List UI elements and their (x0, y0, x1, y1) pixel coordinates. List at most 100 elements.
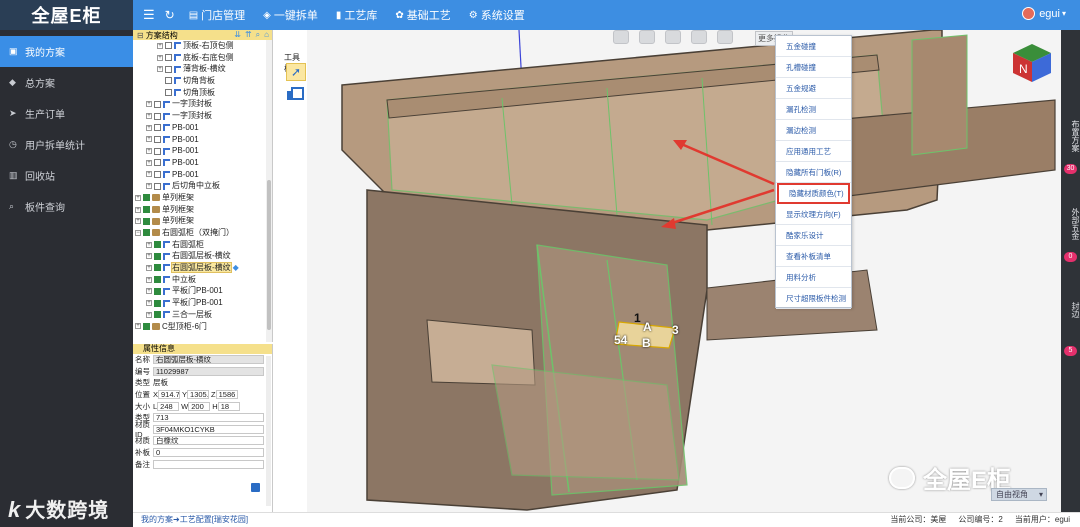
pos-z-field[interactable]: 1586 (215, 390, 238, 400)
edge-field[interactable]: 0 (153, 448, 264, 458)
nav-item-2[interactable]: ➤ 生产订单 (0, 98, 133, 129)
expand-icon[interactable]: + (146, 113, 152, 120)
context-menu-item-4[interactable]: 漏边检测 (776, 120, 851, 141)
tree-node[interactable]: + PB-001 (133, 145, 272, 157)
tree-node[interactable]: + C型顶柜-6门 (133, 321, 272, 333)
expand-icon[interactable]: + (157, 66, 163, 73)
tree-checkbox[interactable] (165, 77, 172, 85)
tree-node[interactable]: + 底板-右底包侧 (133, 52, 272, 64)
expand-icon[interactable]: + (146, 124, 152, 131)
expand-icon[interactable]: + (135, 218, 141, 225)
tree-checkbox[interactable] (165, 42, 172, 50)
expand-icon[interactable]: + (146, 300, 152, 307)
expand-icon[interactable]: + (146, 148, 152, 155)
expand-icon[interactable]: + (146, 101, 152, 108)
type2-field[interactable]: 713 (153, 413, 264, 423)
breadcrumb[interactable]: 我的方案➜工艺配置[瑞安花园] (141, 513, 248, 527)
tree-node[interactable]: + PB-001 (133, 122, 272, 134)
tree-checkbox[interactable] (154, 252, 161, 260)
expand-icon[interactable]: + (146, 264, 152, 271)
pos-y-field[interactable]: 1305.2 (187, 390, 210, 400)
note-field[interactable] (153, 459, 264, 469)
tree-checkbox[interactable] (143, 322, 150, 330)
expand-icon[interactable]: + (146, 241, 152, 248)
expand-icon[interactable]: + (146, 136, 152, 143)
size-h-field[interactable]: 18 (217, 401, 240, 411)
expand-icon[interactable]: + (146, 311, 152, 318)
tree-checkbox[interactable] (143, 194, 150, 202)
minus-icon[interactable]: ⊟ (137, 31, 144, 40)
home-icon[interactable]: ⌂ (264, 30, 269, 40)
expand-icon[interactable]: + (135, 206, 141, 213)
nav-item-4[interactable]: ▥ 回收站 (0, 160, 133, 191)
expand-icon[interactable]: + (157, 42, 163, 49)
tree-node[interactable]: + 中立板 (133, 274, 272, 286)
tree-checkbox[interactable] (154, 287, 161, 295)
refresh-icon[interactable]: ↻ (165, 8, 175, 22)
nav-item-0[interactable]: ▣ 我的方案 (0, 36, 133, 67)
tree-scrollbar[interactable] (266, 40, 272, 342)
tree-node[interactable]: 切角背板 (133, 75, 272, 87)
context-menu-item-11[interactable]: 用料分析 (776, 267, 851, 288)
expand-icon[interactable]: + (146, 183, 152, 190)
tree-checkbox[interactable] (154, 147, 161, 155)
context-menu-item-12[interactable]: 尺寸超限板件检测 (776, 288, 851, 309)
expand-icon[interactable]: + (135, 323, 141, 330)
nav-item-1[interactable]: ◆ 总方案 (0, 67, 133, 98)
tree-checkbox[interactable] (154, 182, 161, 190)
tree-checkbox[interactable] (154, 311, 161, 319)
tree-checkbox[interactable] (143, 206, 150, 214)
view-tool-icon[interactable] (717, 30, 733, 44)
expand-icon[interactable]: + (146, 171, 152, 178)
context-menu-item-6[interactable]: 隐藏所有门板(R) (776, 162, 851, 183)
tree-checkbox[interactable] (154, 276, 161, 284)
top-menu-item-4[interactable]: ⚙ 系统设置 (469, 7, 525, 23)
expand-icon[interactable]: + (157, 54, 163, 61)
tree-node[interactable]: + 平板门PB-001 (133, 285, 272, 297)
material-id-field[interactable]: 3F04MKO1CYKB (153, 424, 264, 434)
context-menu-item-10[interactable]: 查看补板清单 (776, 246, 851, 267)
collapse-all-icon[interactable]: ⇈ (245, 30, 252, 40)
top-menu-item-2[interactable]: ▮ 工艺库 (336, 7, 378, 23)
tree-node[interactable]: − 右圆弧柜（双掩门） (133, 227, 272, 239)
select-arrow-icon[interactable]: ➚ (286, 63, 306, 81)
tree-node[interactable]: + 一字顶封板 (133, 110, 272, 122)
material-field[interactable]: 白橡纹 (153, 436, 264, 446)
tree-checkbox[interactable] (154, 124, 161, 132)
copy-icon[interactable] (287, 87, 304, 101)
context-menu-item-5[interactable]: 应用通用工艺 (776, 141, 851, 162)
expand-icon[interactable]: − (135, 229, 141, 236)
context-menu-item-1[interactable]: 孔槽碰撞 (776, 57, 851, 78)
tree-checkbox[interactable] (154, 159, 161, 167)
view-tool-icon[interactable] (691, 30, 707, 44)
tree-node[interactable]: + PB-001 (133, 134, 272, 146)
cabinet-model[interactable] (307, 30, 1061, 512)
tree-checkbox[interactable] (154, 264, 161, 272)
right-strip-item-1[interactable]: 外部五金 (1061, 208, 1080, 240)
view-tool-icon[interactable] (639, 30, 655, 44)
search-icon[interactable]: ⌕ (256, 30, 260, 40)
view-tool-icon[interactable] (665, 30, 681, 44)
tree-node[interactable]: + 后切角中立板 (133, 180, 272, 192)
tree-node[interactable]: + 薄背板-横纹 (133, 63, 272, 75)
tree-checkbox[interactable] (143, 217, 150, 225)
expand-icon[interactable]: + (146, 159, 152, 166)
tree-node[interactable]: + 右圆弧柜 (133, 239, 272, 251)
tree-checkbox[interactable] (165, 89, 172, 97)
top-menu-item-1[interactable]: ◈ 一键拆单 (263, 7, 318, 23)
props-scrollbar[interactable] (266, 356, 271, 506)
save-icon[interactable] (251, 483, 260, 492)
context-menu-item-7[interactable]: 隐藏材质颜色(T) (777, 183, 850, 204)
size-w-field[interactable]: 200 (188, 401, 211, 411)
context-menu-item-8[interactable]: 显示纹理方向(F) (776, 204, 851, 225)
tree-node[interactable]: + 单列框架 (133, 215, 272, 227)
tree-checkbox[interactable] (154, 241, 161, 249)
tree-checkbox[interactable] (143, 229, 150, 237)
3d-viewport[interactable]: 1 A 3 54 B 更多操作 N 全屋E柜 自由视角 ▾ (307, 30, 1061, 512)
tree-node[interactable]: + PB-001 (133, 157, 272, 169)
tree-node[interactable]: + PB-001 (133, 169, 272, 181)
context-menu-item-9[interactable]: 酷家乐设计 (776, 225, 851, 246)
view-cube-icon[interactable]: N (1011, 42, 1053, 84)
right-strip-item-2[interactable]: 封边 (1061, 302, 1080, 318)
expand-icon[interactable]: + (135, 194, 141, 201)
